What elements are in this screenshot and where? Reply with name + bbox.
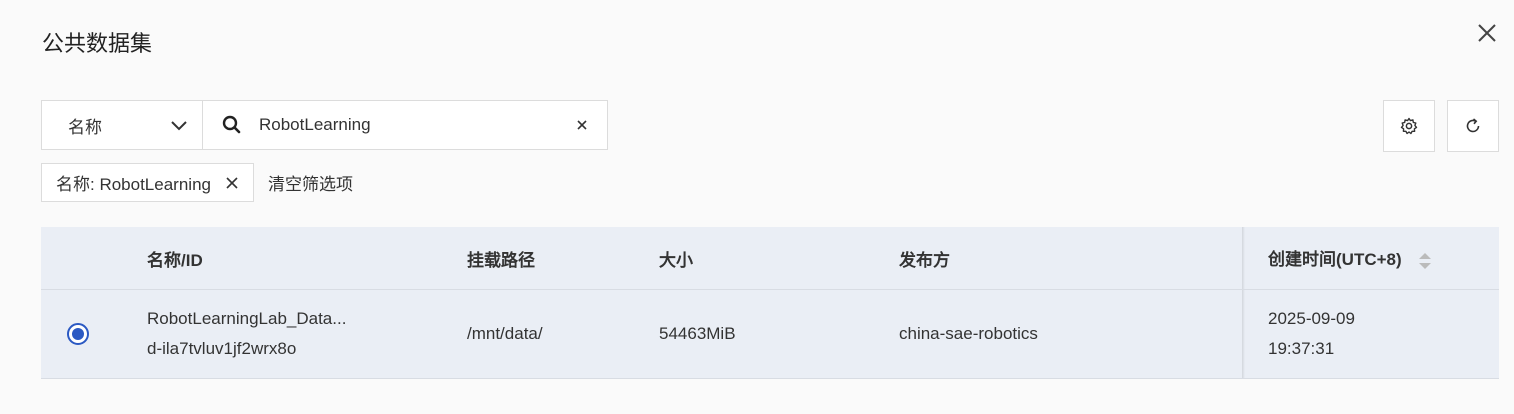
search-box [203, 100, 608, 150]
header-created-label: 创建时间(UTC+8) [1268, 250, 1402, 270]
refresh-button[interactable] [1447, 100, 1499, 152]
cell-name-id: RobotLearningLab_Data... d-ila7tvluv1jf2… [147, 304, 346, 364]
close-icon[interactable] [1474, 20, 1500, 46]
radio-dot [72, 328, 84, 340]
dataset-id: d-ila7tvluv1jf2wrx8o [147, 339, 297, 358]
close-button[interactable] [1474, 20, 1500, 46]
header-created[interactable]: 创建时间(UTC+8) [1268, 245, 1432, 271]
active-filters: 名称: RobotLearning 清空筛选项 [41, 163, 353, 202]
clear-filters-link[interactable]: 清空筛选项 [268, 170, 353, 195]
cell-created: 2025-09-09 19:37:31 [1268, 304, 1355, 364]
dataset-table: 名称/ID 挂载路径 大小 发布方 创建时间(UTC+8) RobotLearn… [41, 227, 1499, 379]
settings-button[interactable] [1383, 100, 1435, 152]
header-publisher: 发布方 [899, 250, 950, 270]
fixed-column-divider [1242, 290, 1245, 378]
search-input[interactable] [259, 115, 575, 135]
radio-button[interactable] [67, 323, 89, 345]
close-icon[interactable] [225, 176, 239, 190]
table-header: 名称/ID 挂载路径 大小 发布方 创建时间(UTC+8) [41, 227, 1499, 289]
fixed-column-divider [1242, 227, 1245, 289]
cell-path: /mnt/data/ [467, 324, 543, 343]
sort-icon[interactable] [1418, 251, 1432, 271]
filter-tag-label: 名称: RobotLearning [56, 175, 211, 194]
search-icon [222, 115, 241, 134]
dataset-name: RobotLearningLab_Data... [147, 309, 347, 328]
dialog-title: 公共数据集 [42, 31, 153, 56]
filter-bar: 名称 [41, 100, 608, 150]
gear-icon [1400, 117, 1418, 135]
chevron-down-icon [171, 121, 187, 131]
cell-publisher: china-sae-robotics [899, 324, 1038, 343]
filter-field-label: 名称 [68, 117, 102, 137]
row-radio[interactable] [67, 323, 89, 345]
filter-tag: 名称: RobotLearning [41, 163, 254, 202]
table-row[interactable]: RobotLearningLab_Data... d-ila7tvluv1jf2… [41, 289, 1499, 379]
header-size: 大小 [659, 250, 693, 270]
filter-field-select[interactable]: 名称 [41, 100, 203, 150]
cell-size: 54463MiB [659, 324, 736, 343]
clear-icon[interactable] [575, 118, 589, 132]
header-path: 挂载路径 [467, 250, 535, 270]
created-date: 2025-09-09 [1268, 309, 1355, 328]
refresh-icon [1466, 118, 1480, 133]
header-name: 名称/ID [147, 250, 203, 270]
created-time: 19:37:31 [1268, 339, 1335, 358]
